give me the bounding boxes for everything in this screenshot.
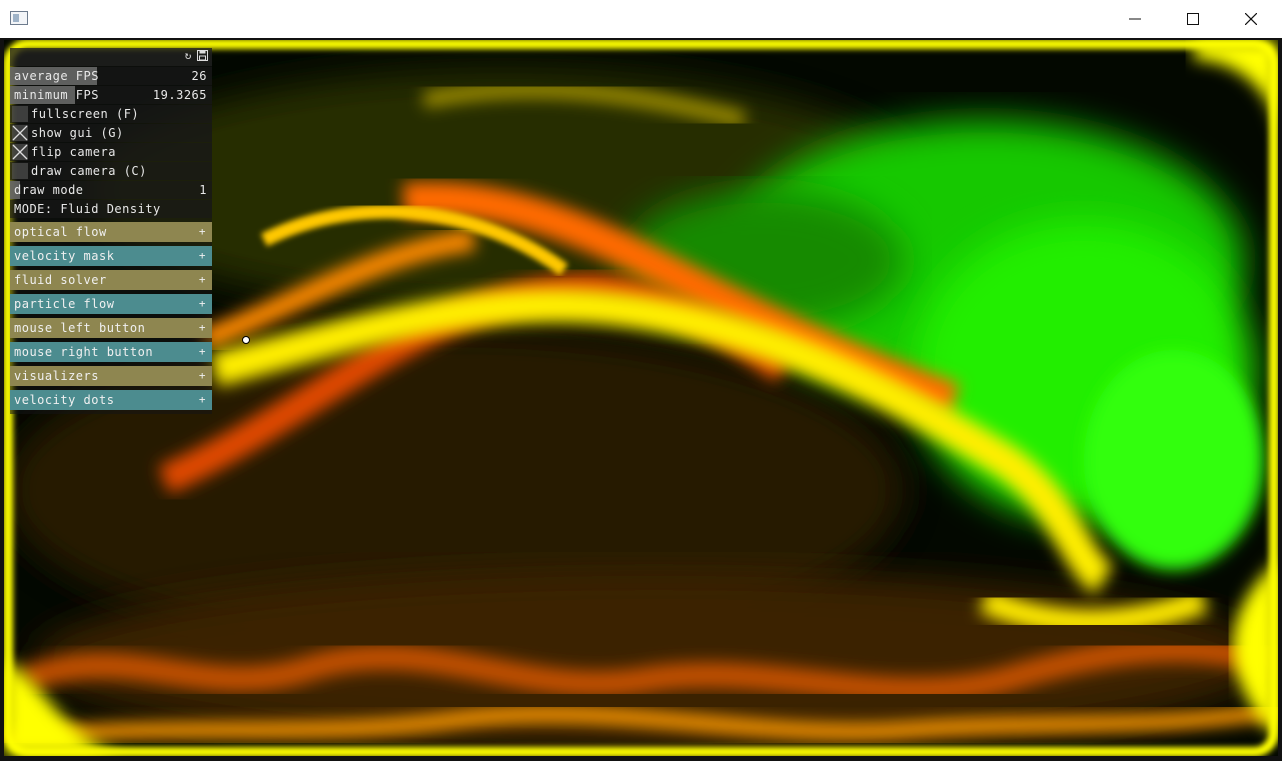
- slider-value: 19.3265: [152, 88, 207, 102]
- slider-label: average FPS: [14, 69, 99, 83]
- close-icon: [1245, 13, 1257, 25]
- expand-icon: +: [198, 369, 206, 382]
- slider-label: draw mode: [14, 183, 84, 197]
- mode-label: MODE: Fluid Density: [10, 200, 212, 218]
- toggle-label: draw camera (C): [31, 164, 147, 178]
- group-fluid-solver[interactable]: fluid solver +: [10, 270, 212, 290]
- expand-icon: +: [198, 393, 206, 406]
- group-label: mouse left button: [14, 321, 146, 335]
- toggle-label: flip camera: [31, 145, 116, 159]
- group-label: particle flow: [14, 297, 115, 311]
- group-particle-flow[interactable]: particle flow +: [10, 294, 212, 314]
- checkbox-unchecked-icon: [12, 163, 28, 179]
- slider-label: minimum FPS: [14, 88, 99, 102]
- group-velocity-dots[interactable]: velocity dots +: [10, 390, 212, 410]
- group-label: fluid solver: [14, 273, 107, 287]
- expand-icon: +: [198, 273, 206, 286]
- gui-header[interactable]: ↻: [10, 48, 212, 66]
- gui-panel: ↻ average FPS 26 minimum FPS 19.3265 ful…: [10, 48, 212, 414]
- average-fps-slider[interactable]: average FPS 26: [10, 67, 212, 85]
- minimize-button[interactable]: [1106, 0, 1164, 38]
- expand-icon: +: [198, 249, 206, 262]
- toggle-label: fullscreen (F): [31, 107, 140, 121]
- group-velocity-mask[interactable]: velocity mask +: [10, 246, 212, 266]
- flip-camera-toggle[interactable]: flip camera: [10, 143, 212, 161]
- title-bar: [0, 0, 1282, 38]
- group-label: velocity dots: [14, 393, 115, 407]
- expand-icon: +: [198, 321, 206, 334]
- checkbox-unchecked-icon: [12, 106, 28, 122]
- group-label: velocity mask: [14, 249, 115, 263]
- minimize-icon: [1129, 18, 1141, 20]
- fullscreen-toggle[interactable]: fullscreen (F): [10, 105, 212, 123]
- expand-icon: +: [198, 297, 206, 310]
- mode-text: MODE: Fluid Density: [14, 202, 161, 216]
- group-mouse-right-button[interactable]: mouse right button +: [10, 342, 212, 362]
- group-optical-flow[interactable]: optical flow +: [10, 222, 212, 242]
- group-label: optical flow: [14, 225, 107, 239]
- maximize-button[interactable]: [1164, 0, 1222, 38]
- checkbox-checked-icon: [12, 144, 28, 160]
- draw-mode-slider[interactable]: draw mode 1: [10, 181, 212, 199]
- group-label: visualizers: [14, 369, 99, 383]
- group-label: mouse right button: [14, 345, 154, 359]
- minimum-fps-slider[interactable]: minimum FPS 19.3265: [10, 86, 212, 104]
- expand-icon: +: [198, 345, 206, 358]
- mouse-cursor: [242, 336, 250, 344]
- close-button[interactable]: [1222, 0, 1280, 38]
- save-icon[interactable]: [196, 50, 208, 62]
- expand-icon: +: [198, 225, 206, 238]
- checkbox-checked-icon: [12, 125, 28, 141]
- draw-camera-toggle[interactable]: draw camera (C): [10, 162, 212, 180]
- refresh-icon[interactable]: ↻: [182, 50, 194, 62]
- toggle-label: show gui (G): [31, 126, 124, 140]
- group-visualizers[interactable]: visualizers +: [10, 366, 212, 386]
- slider-value: 26: [191, 69, 207, 83]
- show-gui-toggle[interactable]: show gui (G): [10, 124, 212, 142]
- slider-value: 1: [199, 183, 207, 197]
- maximize-icon: [1187, 13, 1199, 25]
- app-window-icon[interactable]: [10, 11, 28, 25]
- group-mouse-left-button[interactable]: mouse left button +: [10, 318, 212, 338]
